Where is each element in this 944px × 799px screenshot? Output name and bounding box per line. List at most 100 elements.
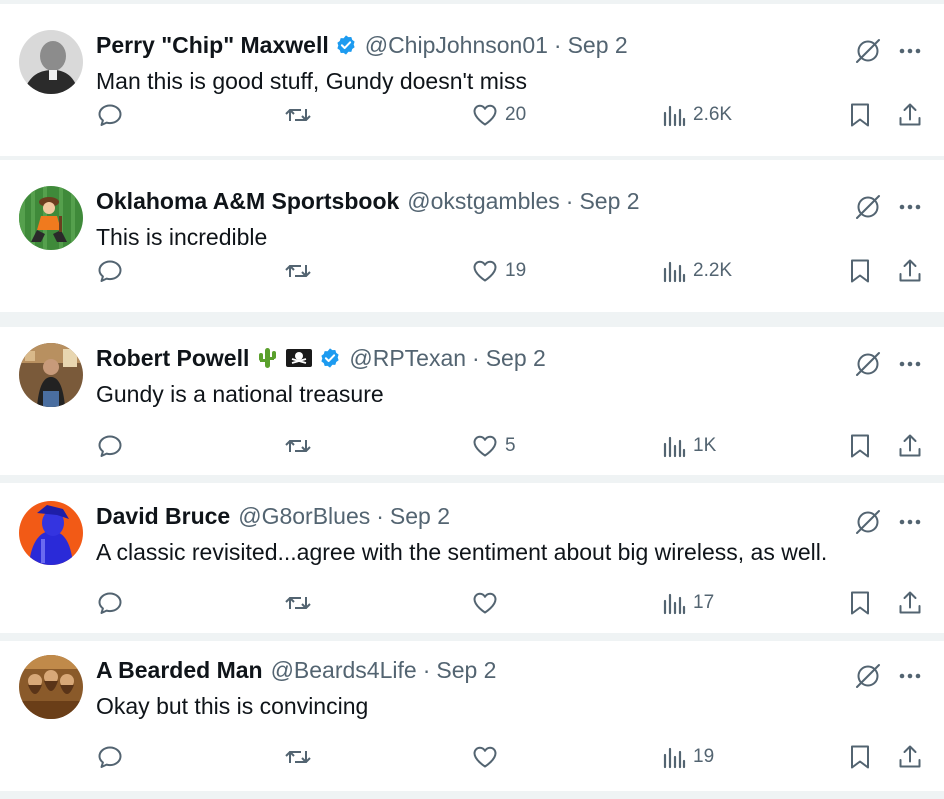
tweet-date[interactable]: Sep 2 <box>579 186 639 216</box>
avatar[interactable] <box>19 343 83 407</box>
views-button[interactable]: 17 <box>661 588 714 618</box>
more-options-icon[interactable] <box>895 34 925 68</box>
retweet-button[interactable] <box>283 256 313 286</box>
tweet-card[interactable]: Robert Powell @RPTexan · Sep 2 Gundy is … <box>0 327 944 475</box>
grok-icon[interactable] <box>851 659 885 693</box>
tweet-date[interactable]: Sep 2 <box>436 655 496 685</box>
reply-button[interactable] <box>96 100 124 130</box>
reply-icon <box>96 432 124 460</box>
bookmark-button[interactable] <box>846 431 874 461</box>
tweet-date[interactable]: Sep 2 <box>486 343 546 373</box>
like-count: 20 <box>505 104 527 125</box>
retweet-icon <box>283 589 313 617</box>
views-button[interactable]: 19 <box>661 742 714 772</box>
tweet-card[interactable]: Perry "Chip" Maxwell @ChipJohnson01 · Se… <box>0 4 944 156</box>
more-options-icon[interactable] <box>895 190 925 224</box>
retweet-icon <box>283 101 313 129</box>
tweet-card[interactable]: A Bearded Man @Beards4Life · Sep 2 Okay … <box>0 641 944 791</box>
like-button[interactable] <box>471 588 505 618</box>
reply-button[interactable] <box>96 431 124 461</box>
heart-icon <box>471 257 499 285</box>
share-button[interactable] <box>896 100 924 130</box>
grok-icon[interactable] <box>851 347 885 381</box>
retweet-button[interactable] <box>283 431 313 461</box>
retweet-button[interactable] <box>283 588 313 618</box>
retweet-icon <box>283 432 313 460</box>
reply-feed: Perry "Chip" Maxwell @ChipJohnson01 · Se… <box>0 0 944 799</box>
avatar[interactable] <box>19 655 83 719</box>
reply-button[interactable] <box>96 742 124 772</box>
bookmark-button[interactable] <box>846 742 874 772</box>
views-button[interactable]: 1K <box>661 431 716 461</box>
separator-dot: · <box>565 188 574 214</box>
grok-icon[interactable] <box>851 505 885 539</box>
bookmark-button[interactable] <box>846 256 874 286</box>
author-name[interactable]: Oklahoma A&M Sportsbook <box>96 186 399 216</box>
views-button[interactable]: 2.6K <box>661 100 732 130</box>
retweet-icon <box>283 743 313 771</box>
cactus-icon <box>255 346 279 370</box>
bookmark-icon <box>846 257 874 285</box>
grok-icon[interactable] <box>851 190 885 224</box>
bookmark-button[interactable] <box>846 100 874 130</box>
author-handle[interactable]: @G8orBlues <box>238 501 370 531</box>
tweet-card[interactable]: David Bruce @G8orBlues · Sep 2 A classic… <box>0 483 944 633</box>
heart-icon <box>471 743 499 771</box>
tweet-header: A Bearded Man @Beards4Life · Sep 2 <box>96 655 496 685</box>
bookmark-icon <box>846 589 874 617</box>
like-button[interactable]: 5 <box>471 431 516 461</box>
tweet-date[interactable]: Sep 2 <box>390 501 450 531</box>
author-name[interactable]: Perry "Chip" Maxwell <box>96 30 329 60</box>
author-handle[interactable]: @Beards4Life <box>271 655 417 685</box>
more-options-icon[interactable] <box>895 347 925 381</box>
share-icon <box>896 101 924 129</box>
retweet-icon <box>283 257 313 285</box>
author-name[interactable]: David Bruce <box>96 501 230 531</box>
tweet-header: Robert Powell @RPTexan · Sep 2 <box>96 343 546 373</box>
share-button[interactable] <box>896 431 924 461</box>
reply-button[interactable] <box>96 256 124 286</box>
tweet-header: David Bruce @G8orBlues · Sep 2 <box>96 501 450 531</box>
views-button[interactable]: 2.2K <box>661 256 732 286</box>
separator-dot: · <box>376 503 384 529</box>
reply-icon <box>96 743 124 771</box>
tweet-header: Perry "Chip" Maxwell @ChipJohnson01 · Se… <box>96 30 628 60</box>
share-icon <box>896 257 924 285</box>
retweet-button[interactable] <box>283 100 313 130</box>
author-handle[interactable]: @RPTexan <box>349 343 466 373</box>
separator-dot: · <box>553 32 562 58</box>
avatar[interactable] <box>19 30 83 94</box>
tweet-card[interactable]: Oklahoma A&M Sportsbook @okstgambles · S… <box>0 160 944 312</box>
share-button[interactable] <box>896 588 924 618</box>
avatar[interactable] <box>19 186 83 250</box>
author-handle[interactable]: @okstgambles <box>407 186 559 216</box>
analytics-icon <box>661 744 687 770</box>
reply-button[interactable] <box>96 588 124 618</box>
share-icon <box>896 589 924 617</box>
author-name[interactable]: Robert Powell <box>96 343 249 373</box>
like-button[interactable]: 20 <box>471 100 526 130</box>
verified-badge-icon <box>335 34 357 56</box>
grok-icon[interactable] <box>851 34 885 68</box>
heart-icon <box>471 101 499 129</box>
tweet-header: Oklahoma A&M Sportsbook @okstgambles · S… <box>96 186 640 216</box>
share-button[interactable] <box>896 742 924 772</box>
like-button[interactable]: 19 <box>471 256 526 286</box>
author-name[interactable]: A Bearded Man <box>96 655 263 685</box>
heart-icon <box>471 589 499 617</box>
reply-icon <box>96 101 124 129</box>
more-options-icon[interactable] <box>895 505 925 539</box>
analytics-icon <box>661 433 687 459</box>
share-button[interactable] <box>896 256 924 286</box>
bookmark-icon <box>846 432 874 460</box>
avatar[interactable] <box>19 501 83 565</box>
bookmark-icon <box>846 743 874 771</box>
more-options-icon[interactable] <box>895 659 925 693</box>
retweet-button[interactable] <box>283 742 313 772</box>
author-handle[interactable]: @ChipJohnson01 <box>365 30 548 60</box>
tweet-date[interactable]: Sep 2 <box>568 30 628 60</box>
bookmark-button[interactable] <box>846 588 874 618</box>
like-button[interactable] <box>471 742 505 772</box>
separator-dot: · <box>472 345 480 371</box>
separator-dot: · <box>422 657 431 683</box>
